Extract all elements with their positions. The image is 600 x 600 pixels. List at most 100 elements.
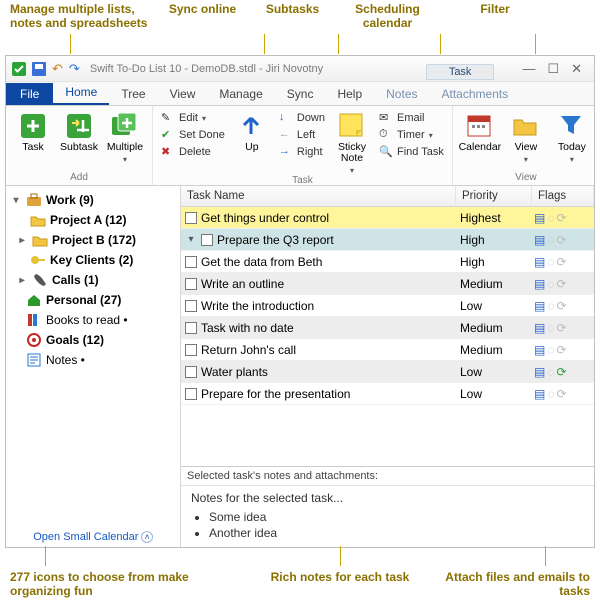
subtask-icon <box>65 112 93 140</box>
tab-sync[interactable]: Sync <box>275 83 326 105</box>
task-flags[interactable]: ▤◌⟳ <box>532 321 594 335</box>
timer-button[interactable]: ⏱Timer ▾ <box>377 127 446 143</box>
task-name: Write the introduction <box>201 299 314 313</box>
task-checkbox[interactable] <box>185 344 197 356</box>
notes-bullet: Some idea <box>209 509 584 525</box>
arrow-left-icon: ← <box>279 128 293 142</box>
col-task-name[interactable]: Task Name <box>181 186 456 206</box>
task-row[interactable]: Write the introductionLow▤◌⟳ <box>181 295 594 317</box>
tree-notes[interactable]: ▸ Notes • <box>8 350 178 370</box>
task-row[interactable]: Get the data from BethHigh▤◌⟳ <box>181 251 594 273</box>
task-priority: Low <box>456 387 532 401</box>
task-checkbox[interactable] <box>185 278 197 290</box>
task-checkbox[interactable] <box>185 366 197 378</box>
app-icon <box>12 62 26 76</box>
task-row[interactable]: Get things under controlHighest▤◌⟳ <box>181 207 594 229</box>
task-flags[interactable]: ▤◌⟳ <box>532 387 594 401</box>
expand-icon[interactable]: ▸ <box>16 235 28 246</box>
flag-icon: ◌ <box>547 211 554 225</box>
notes-body[interactable]: Notes for the selected task... Some idea… <box>181 485 594 547</box>
col-flags[interactable]: Flags <box>532 186 594 206</box>
expand-icon[interactable]: ▾ <box>185 234 197 245</box>
tab-help[interactable]: Help <box>325 83 374 105</box>
task-checkbox[interactable] <box>185 256 197 268</box>
email-button[interactable]: ✉Email <box>377 110 446 126</box>
tree-books[interactable]: ▸ Books to read • <box>8 310 178 330</box>
move-up-button[interactable]: Up <box>231 110 273 153</box>
task-checkbox[interactable] <box>185 322 197 334</box>
target-icon <box>26 332 42 348</box>
task-name: Task with no date <box>201 321 294 335</box>
move-left-button[interactable]: ←Left <box>277 127 327 143</box>
tree-work[interactable]: ▾ Work (9) <box>8 190 178 210</box>
task-priority: Medium <box>456 277 532 291</box>
sticky-note-button[interactable]: Sticky Note ▾ <box>331 110 373 175</box>
context-tab-task[interactable]: Task <box>426 64 495 80</box>
save-icon[interactable] <box>32 62 46 76</box>
find-task-button[interactable]: 🔍Find Task <box>377 144 446 160</box>
task-checkbox[interactable] <box>185 212 197 224</box>
close-icon[interactable]: ✕ <box>571 61 582 77</box>
maximize-icon[interactable]: ☐ <box>547 61 559 77</box>
task-checkbox[interactable] <box>185 388 197 400</box>
open-small-calendar-link[interactable]: Open Small Calendar ˄ <box>6 531 180 543</box>
tree-personal[interactable]: ▸ Personal (27) <box>8 290 178 310</box>
task-flags[interactable]: ▤◌⟳ <box>532 233 594 247</box>
tree-project-b[interactable]: ▸ Project B (172) <box>8 230 178 250</box>
task-row[interactable]: ▾Prepare the Q3 reportHigh▤◌⟳ <box>181 229 594 251</box>
notes-bullet: Another idea <box>209 525 584 541</box>
redo-icon[interactable]: ↷ <box>69 61 80 77</box>
move-right-button[interactable]: →Right <box>277 144 327 160</box>
set-done-button[interactable]: ✔Set Done <box>159 127 227 143</box>
add-subtask-button[interactable]: Subtask <box>58 110 100 153</box>
add-multiple-button[interactable]: Multiple ▾ <box>104 110 146 164</box>
recur-flag-icon: ⟳ <box>556 321 566 335</box>
view-button[interactable]: View ▾ <box>505 110 547 164</box>
move-down-button[interactable]: ↓Down <box>277 110 327 126</box>
tab-tree[interactable]: Tree <box>109 83 157 105</box>
task-priority: Medium <box>456 321 532 335</box>
undo-icon[interactable]: ↶ <box>52 61 63 77</box>
flag-icon: ◌ <box>547 233 554 247</box>
task-flags[interactable]: ▤◌⟳ <box>532 255 594 269</box>
add-task-button[interactable]: Task <box>12 110 54 153</box>
task-row[interactable]: Task with no date Medium▤◌⟳ <box>181 317 594 339</box>
delete-icon: ✖ <box>161 145 175 159</box>
task-name: Prepare the Q3 report <box>217 233 334 247</box>
delete-button[interactable]: ✖Delete <box>159 144 227 160</box>
tab-notes[interactable]: Notes <box>374 83 429 105</box>
tab-manage[interactable]: Manage <box>207 83 274 105</box>
task-flags[interactable]: ▤◌⟳ <box>532 211 594 225</box>
file-menu[interactable]: File <box>6 83 53 105</box>
task-row[interactable]: Water plantsLow▤◌⟳ <box>181 361 594 383</box>
minimize-icon[interactable]: — <box>522 61 535 77</box>
tree-project-a[interactable]: Project A (12) <box>8 210 178 230</box>
calendar-button[interactable]: Calendar <box>459 110 501 153</box>
task-checkbox[interactable] <box>201 234 213 246</box>
search-icon: 🔍 <box>379 145 393 159</box>
task-flags[interactable]: ▤◌⟳ <box>532 343 594 357</box>
task-rows: Get things under controlHighest▤◌⟳ ▾ Prepa… <box>181 207 594 466</box>
task-row[interactable]: Return John's callMedium▤◌⟳ <box>181 339 594 361</box>
chevron-down-icon: ▾ <box>570 155 574 164</box>
col-priority[interactable]: Priority <box>456 186 532 206</box>
edit-button[interactable]: ✎Edit ▾ <box>159 110 227 126</box>
tab-attachments[interactable]: Attachments <box>430 83 521 105</box>
tree-calls[interactable]: ▸ Calls (1) <box>8 270 178 290</box>
task-row[interactable]: Prepare for the presentationLow▤◌⟳ <box>181 383 594 405</box>
chevron-up-icon: ˄ <box>141 531 152 543</box>
note-flag-icon: ▤ <box>534 343 545 357</box>
task-flags[interactable]: ▤◌⟳ <box>532 277 594 291</box>
expand-icon[interactable]: ▸ <box>16 275 28 286</box>
task-flags[interactable]: ▤◌⟳ <box>532 365 594 379</box>
tab-view[interactable]: View <box>158 83 208 105</box>
today-button[interactable]: Today ▾ <box>551 110 593 164</box>
task-flags[interactable]: ▤◌⟳ <box>532 299 594 313</box>
task-checkbox[interactable] <box>185 300 197 312</box>
expand-icon[interactable]: ▾ <box>10 195 22 206</box>
task-row[interactable]: Write an outlineMedium▤◌⟳ <box>181 273 594 295</box>
note-icon <box>26 352 42 368</box>
tree-goals[interactable]: ▸ Goals (12) <box>8 330 178 350</box>
tab-home[interactable]: Home <box>53 81 109 105</box>
tree-key-clients[interactable]: Key Clients (2) <box>8 250 178 270</box>
